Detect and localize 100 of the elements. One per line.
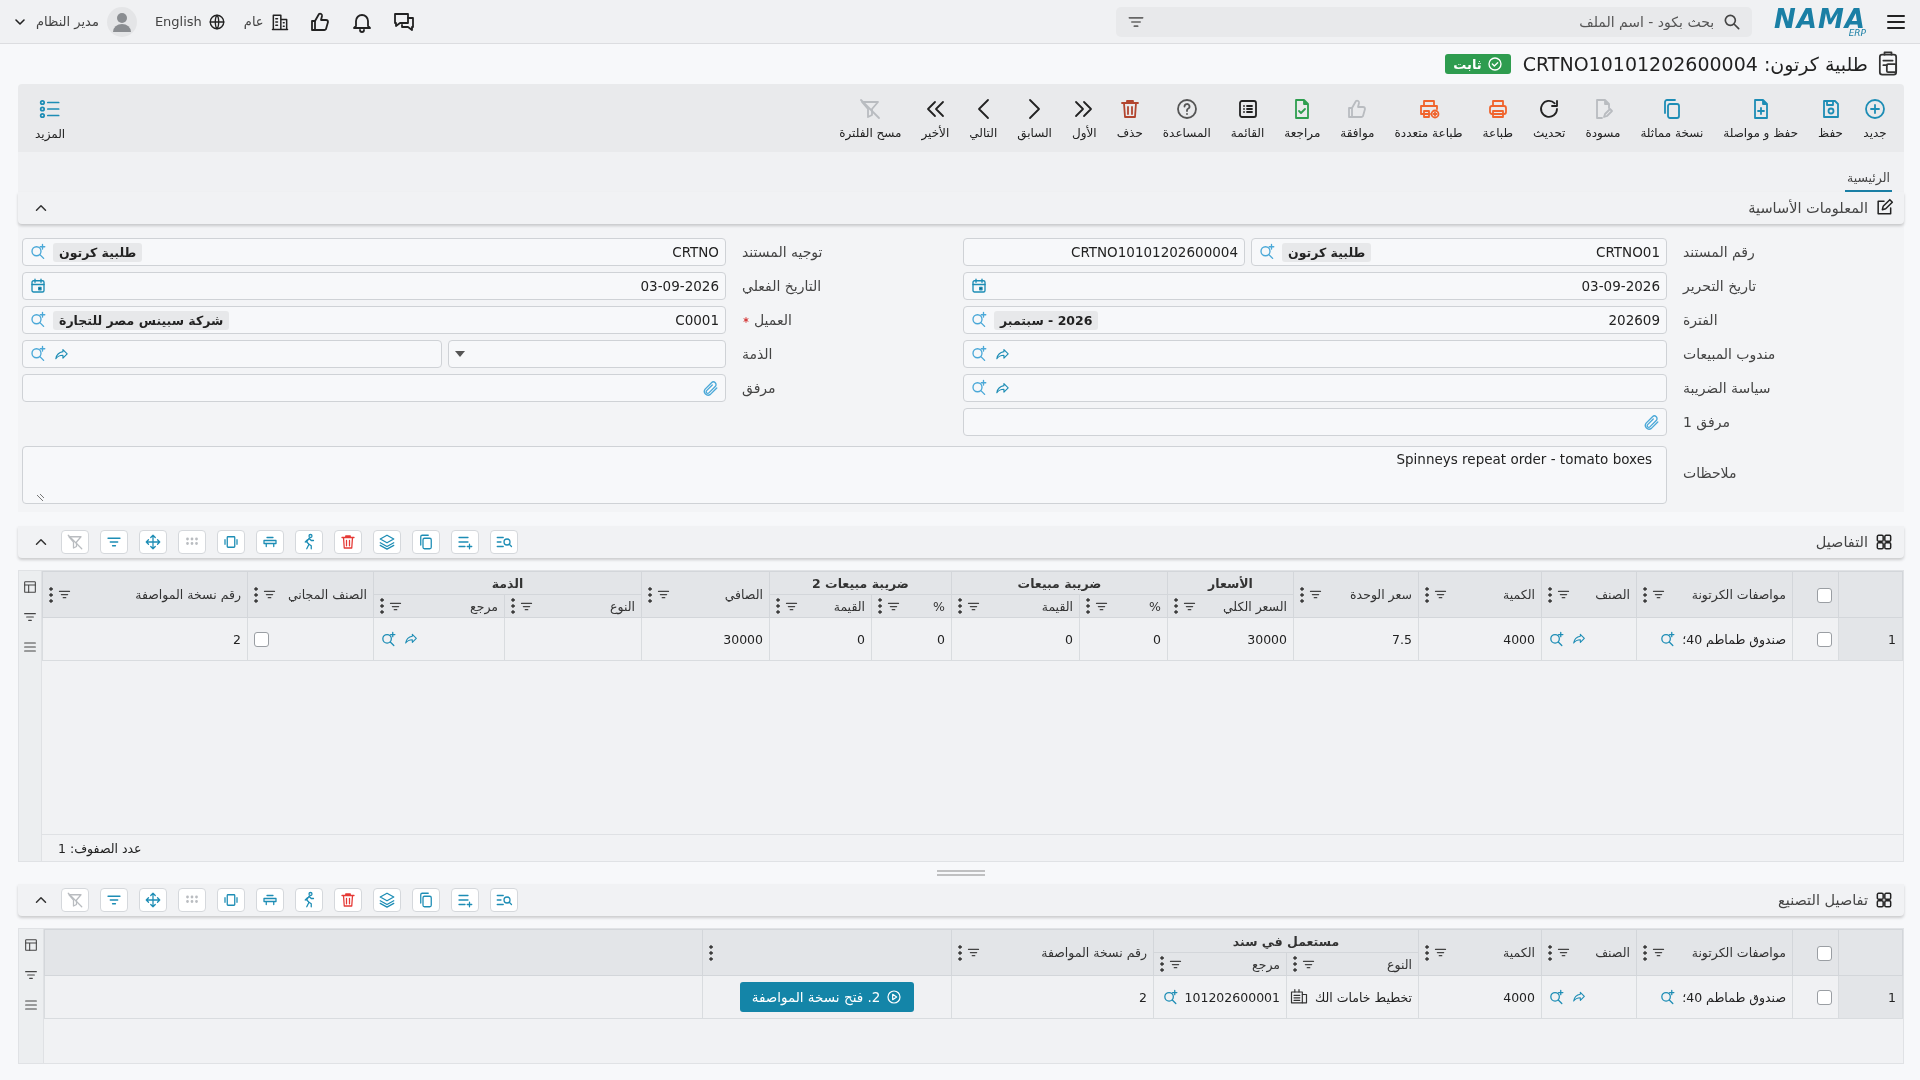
splitter-handle-icon[interactable] [937,870,985,876]
required-icon [742,316,750,324]
toolbar-button[interactable]: حذف [1107,96,1152,140]
layers-icon [378,533,396,551]
column-header[interactable]: مرجع [1252,956,1280,972]
toolbar-button[interactable]: الأول [1062,96,1106,140]
column-header[interactable]: % [933,598,945,614]
layers-button[interactable] [373,530,401,554]
search-list-button[interactable] [490,530,518,554]
input-field[interactable] [963,340,1667,368]
field-tag: طلبية كرتون [1282,242,1372,262]
toolbar-button[interactable]: القائمة [1221,96,1274,140]
input-field[interactable]: CRTNO10101202600004 [963,238,1245,266]
search-field[interactable]: بحث بكود - اسم الملف [1116,6,1753,37]
column-header[interactable]: الكمية [1503,945,1535,960]
attachment-field[interactable] [963,408,1667,436]
dropdown-field[interactable] [448,340,726,368]
toolbar-button[interactable]: التالي [960,96,1007,140]
row-checkbox[interactable] [1817,632,1832,647]
search-plus-icon [29,311,47,329]
company-button[interactable]: عام [243,11,290,32]
menu-icon [23,997,39,1013]
notes-field[interactable]: Spinneys repeat order - tomato boxes [22,446,1667,504]
search-plus-icon [1548,988,1565,1006]
search-list-button[interactable] [490,888,518,912]
table-cell: 30000 [641,617,770,661]
toolbar-button[interactable]: الأخير [912,96,959,140]
user-menu[interactable]: مدير النظام [12,6,137,37]
runner-button[interactable] [295,888,323,912]
column-header[interactable]: الصنف [1595,945,1630,960]
input-field[interactable] [963,374,1667,402]
share-icon [1571,989,1587,1005]
toolbar-button[interactable]: حفظ و مواصلة [1714,96,1808,140]
row-checkbox[interactable] [1817,990,1832,1005]
input-field[interactable] [22,340,443,368]
toolbar-button[interactable]: طباعة متعددة [1385,96,1472,140]
move-button[interactable] [139,530,167,554]
column-header[interactable]: الصنف [1595,587,1630,602]
open-spec-button[interactable]: 2. فتح نسخة المواصفة [739,982,915,1012]
paperclip-icon [1642,413,1660,431]
trash-button[interactable] [334,530,362,554]
select-all-checkbox[interactable] [1817,587,1832,603]
field-value: CRTNO10101202600004 [1070,244,1238,260]
kebab-menu-icon [380,598,384,614]
column-header[interactable]: رقم نسخة المواصفة [135,587,241,602]
list-plus-button[interactable] [451,530,479,554]
toolbar-button[interactable]: طباعة [1473,96,1522,140]
caret-icon [455,351,466,357]
move-button[interactable] [139,888,167,912]
column-header[interactable]: الصافي [724,587,763,602]
list-plus-button[interactable] [451,888,479,912]
more-button[interactable]: المزيد [26,95,75,141]
table-cell: صندوق طماطم 40؛ [1682,631,1786,647]
column-group-header: ضريبة مبيعات 2 [769,571,952,595]
toolbar-button[interactable]: نسخة مماثلة [1631,96,1713,140]
filter-lines-button[interactable] [100,530,128,554]
column-header[interactable]: النوع [1387,956,1412,972]
toolbar-button[interactable]: السابق [1008,96,1061,140]
kebab-menu-icon [776,598,780,614]
runner-button[interactable] [295,530,323,554]
toolbar-button[interactable]: حفظ [1809,96,1852,140]
copy-button[interactable] [412,888,440,912]
toolbar-button[interactable]: تحديث [1523,96,1575,140]
language-button[interactable]: English [154,12,226,31]
columns-button[interactable] [23,937,39,953]
attachment-field[interactable] [22,374,726,402]
filter-lines-button[interactable] [100,888,128,912]
trash-icon [339,533,357,551]
toolbar-button[interactable]: المساعدة [1153,96,1220,140]
trash-button[interactable] [334,888,362,912]
column-header[interactable]: الكمية [1503,587,1535,602]
column-header[interactable]: سعر الوحدة [1350,587,1412,602]
calendar-icon [970,277,988,295]
column-header[interactable]: القيمة [1041,598,1073,614]
table-bar-button[interactable] [256,888,284,912]
toolbar-button[interactable]: مراجعة [1275,96,1330,140]
table-icon [23,937,39,953]
compress-button[interactable] [217,888,245,912]
columns-button[interactable] [22,579,38,595]
section-title: تفاصيل التصنيع [1778,892,1868,908]
layers-button[interactable] [373,888,401,912]
field-label: الفترة [1683,312,1718,328]
grid-icon [1874,890,1894,910]
field-label: مندوب المبيعات [1683,346,1776,362]
column-header[interactable]: رقم نسخة المواصفة [1041,945,1147,960]
checkbox[interactable] [254,631,269,647]
compress-button[interactable] [217,530,245,554]
date-field[interactable]: 03-09-2026 [963,272,1667,300]
column-header[interactable]: النوع [610,598,635,614]
copy-button[interactable] [412,530,440,554]
select-all-checkbox[interactable] [1817,945,1832,961]
kebab-menu-icon [1548,944,1552,961]
toolbar-button[interactable]: جديد [1854,96,1896,140]
column-header[interactable]: مرجع [470,598,498,614]
table-bar-button[interactable] [256,530,284,554]
search-plus-icon [1161,988,1179,1006]
column-header[interactable]: مواصفات الكرتونة [1691,945,1786,960]
date-field[interactable]: 03-09-2026 [22,272,726,300]
column-header[interactable]: مواصفات الكرتونة [1691,587,1786,602]
column-header[interactable]: % [1149,598,1161,614]
